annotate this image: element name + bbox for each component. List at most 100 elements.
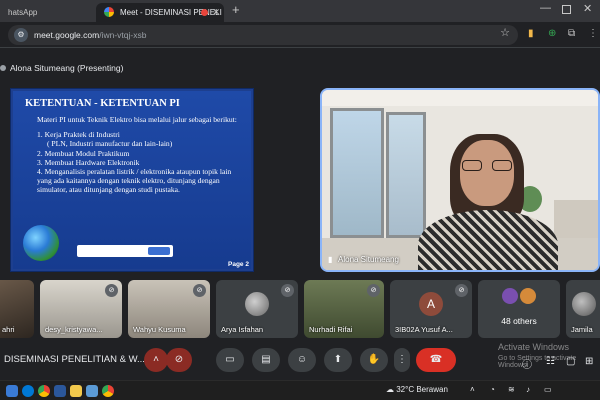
slide-item: ( PLN, Industri manufactur dan lain-lain… xyxy=(47,139,173,149)
battery-icon[interactable]: ▭ xyxy=(544,385,552,394)
background-window xyxy=(386,112,426,238)
bookmark-star-icon[interactable]: ☆ xyxy=(500,26,510,39)
recording-dot-icon xyxy=(201,9,208,16)
participant-name: Wahyu Kusuma xyxy=(133,325,186,334)
slide-body: Materi PI untuk Teknik Elektro bisa mela… xyxy=(37,115,247,195)
temperature: 32°C xyxy=(396,385,415,394)
presenter-text: Alona Situmeang (Presenting) xyxy=(10,63,124,73)
others-tile[interactable]: 48 others xyxy=(478,280,560,338)
participant-avatar: A xyxy=(419,292,443,316)
more-options-button[interactable]: ⋮ xyxy=(394,348,410,372)
participant-name: 3IB02A Yusuf A... xyxy=(395,325,453,334)
participant-tile[interactable]: ⊘ Arya Isfahan xyxy=(216,280,298,338)
camera-button[interactable]: ▭ xyxy=(216,348,244,372)
pin-icon[interactable]: ▮ xyxy=(328,255,332,264)
participant-tile[interactable]: ⊘ Wahyu Kusuma xyxy=(128,280,210,338)
footer-pill xyxy=(148,247,170,255)
weather-widget[interactable]: ☁ 32°C Berawan xyxy=(386,385,448,394)
background-ceiling xyxy=(322,90,598,106)
participant-name: ahri xyxy=(2,325,15,334)
mic-off-icon: ⊘ xyxy=(367,284,380,297)
extensions-puzzle-icon[interactable]: ⧉ xyxy=(568,28,575,39)
others-avatars xyxy=(478,288,560,309)
slide-intro: Materi PI untuk Teknik Elektro bisa mela… xyxy=(37,115,237,124)
weather-text: Berawan xyxy=(416,385,448,394)
maximize-icon[interactable] xyxy=(562,5,571,14)
volume-icon[interactable]: ♪ xyxy=(526,385,530,394)
slide-item: 2. Membuat Modul Praktikum xyxy=(37,148,130,158)
speaker-name-label: Alona Situmeang xyxy=(338,255,399,264)
presenter-avatar xyxy=(0,65,6,71)
presenter-label: Alona Situmeang (Presenting) xyxy=(0,58,123,78)
participant-tile[interactable]: ⊘ desy_kristyawa... xyxy=(40,280,122,338)
windows-taskbar: ☁ 32°C Berawan ˄ ◔ ≋ ♪ ▭ xyxy=(0,380,600,400)
participant-name: Nurhadi Rifai xyxy=(309,325,353,334)
word-icon[interactable] xyxy=(54,385,66,397)
leave-call-button[interactable]: ☎ xyxy=(416,348,456,372)
app-icon[interactable] xyxy=(86,385,98,397)
url-text: meet.google.com/iwn-vtqj-xsb xyxy=(34,25,146,45)
tab-label: hatsApp xyxy=(8,8,38,17)
participant-tile[interactable]: ahri xyxy=(0,280,34,338)
slide-item: 1. Kerja Praktek di Industri xyxy=(37,130,120,140)
edge-icon[interactable] xyxy=(22,385,34,397)
slide-item: 4. Menganalisis peralatan listrik / elek… xyxy=(37,167,232,195)
active-speaker-tile[interactable]: ▮ Alona Situmeang xyxy=(320,88,600,272)
emoji-button[interactable]: ☺ xyxy=(288,348,316,372)
chevron-up-icon[interactable]: ˄ xyxy=(144,348,168,372)
participant-avatar xyxy=(502,288,518,304)
present-button[interactable]: ⬆ xyxy=(324,348,352,372)
people-icon[interactable]: ☷ xyxy=(546,356,555,367)
slide-item: 3. Membuat Hardware Elektronik xyxy=(37,157,140,167)
participant-name: Arya Isfahan xyxy=(221,325,264,334)
others-count-label: 48 others xyxy=(501,316,537,326)
meet-favicon-icon xyxy=(104,7,114,17)
menu-dots-icon[interactable]: ⋮ xyxy=(588,28,598,39)
chat-icon[interactable]: ▢ xyxy=(566,356,575,367)
participant-tile[interactable]: A ⊘ 3IB02A Yusuf A... xyxy=(390,280,472,338)
file-explorer-icon[interactable] xyxy=(70,385,82,397)
shared-screen[interactable]: KETENTUAN - KETENTUAN PI Materi PI untuk… xyxy=(10,88,254,272)
captions-button[interactable]: ▤ xyxy=(252,348,280,372)
site-info-icon[interactable]: ⚙ xyxy=(14,28,28,42)
earth-globe-image xyxy=(23,225,59,261)
url-path: /iwn-vtqj-xsb xyxy=(99,30,147,40)
mic-off-icon: ⊘ xyxy=(105,284,118,297)
participant-name: Jamila xyxy=(571,325,593,334)
activities-icon[interactable]: ⊞ xyxy=(585,356,593,367)
participant-name: desy_kristyawa... xyxy=(45,325,103,334)
new-tab-button[interactable]: + xyxy=(232,2,240,17)
tab-meet[interactable]: Meet - DISEMINASI PENELI ✕ xyxy=(96,3,224,22)
participant-avatar xyxy=(245,292,269,316)
participant-strip: ahri ⊘ desy_kristyawa... ⊘ Wahyu Kusuma … xyxy=(0,280,600,340)
mic-off-button[interactable]: ⊘ xyxy=(166,348,192,372)
close-window-icon[interactable]: ✕ xyxy=(583,2,592,15)
raise-hand-button[interactable]: ✋ xyxy=(360,348,388,372)
network-icon[interactable]: ◔ xyxy=(490,385,495,394)
mic-off-icon: ⊘ xyxy=(193,284,206,297)
mic-off-icon: ⊘ xyxy=(281,284,294,297)
background-window xyxy=(330,108,384,238)
chrome-active-icon[interactable] xyxy=(102,385,114,397)
participant-tile[interactable]: Jamila xyxy=(566,280,600,338)
meeting-title: DISEMINASI PENELITIAN & W... xyxy=(4,354,145,365)
tab-whatsapp[interactable]: hatsApp xyxy=(0,3,96,22)
speaker-body xyxy=(418,210,558,270)
slide-title: KETENTUAN - KETENTUAN PI xyxy=(25,98,180,109)
background-desk xyxy=(554,200,598,238)
browser-tab-bar: hatsApp Meet - DISEMINASI PENELI ✕ + — ✕ xyxy=(0,0,600,22)
omnibox[interactable]: ⚙ meet.google.com/iwn-vtqj-xsb ☆ xyxy=(8,25,518,45)
extension-icon[interactable]: ▮ xyxy=(528,28,534,39)
tray-chevron-icon[interactable]: ˄ xyxy=(470,385,475,394)
wifi-icon[interactable]: ≋ xyxy=(508,385,515,394)
participant-tile[interactable]: ⊘ Nurhadi Rifai xyxy=(304,280,384,338)
participant-avatar xyxy=(520,288,536,304)
activate-windows-watermark: Activate Windows xyxy=(498,342,570,352)
minimize-icon[interactable]: — xyxy=(540,2,551,14)
slide-footer-banner xyxy=(77,245,173,257)
start-icon[interactable] xyxy=(6,385,18,397)
close-tab-icon[interactable]: ✕ xyxy=(212,3,220,22)
extension-plus-icon[interactable]: ⊕ xyxy=(548,28,556,39)
chrome-icon[interactable] xyxy=(38,385,50,397)
info-icon[interactable]: ⓘ xyxy=(522,356,532,371)
